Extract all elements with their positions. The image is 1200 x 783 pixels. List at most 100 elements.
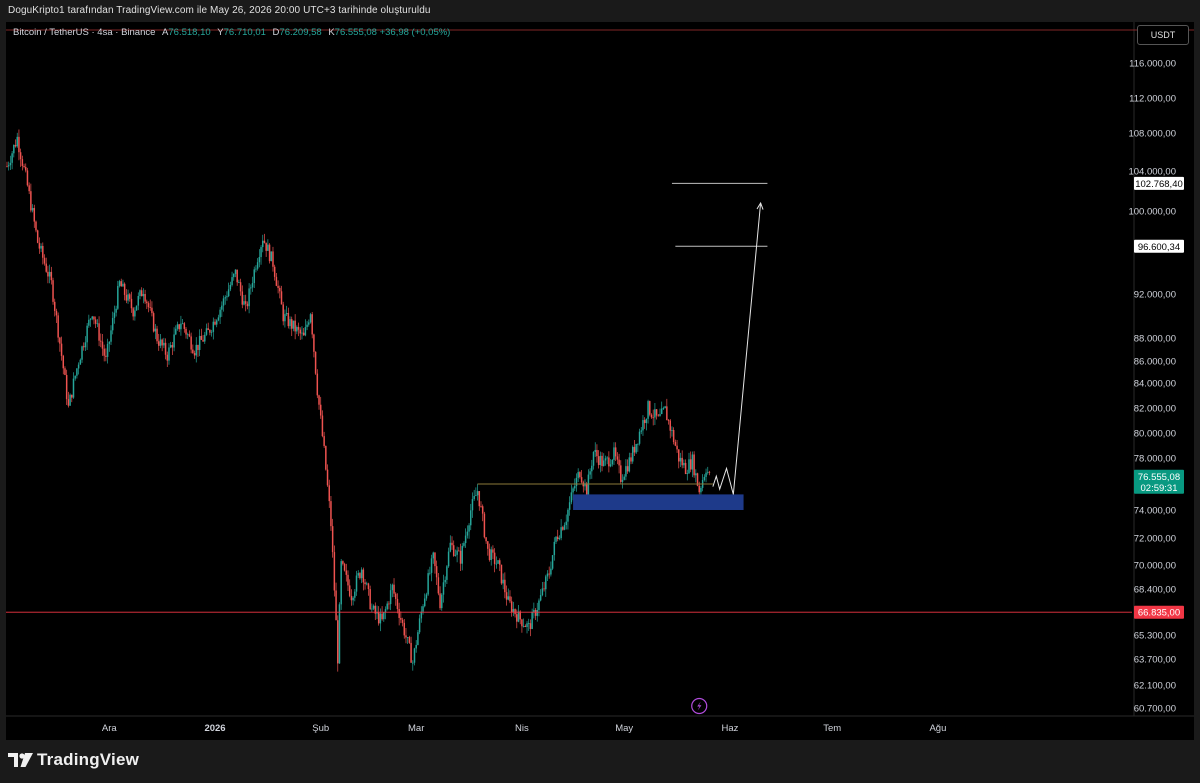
candle-body — [11, 153, 13, 163]
x-tick-label: Ara — [102, 723, 118, 734]
candle-body — [526, 623, 528, 628]
candle-body — [676, 445, 678, 450]
candle-body — [609, 464, 612, 467]
candle-body — [93, 316, 95, 320]
symbol-name[interactable]: Bitcoin / TetherUS · 4sa · Binance — [13, 27, 155, 38]
candle-body — [441, 594, 443, 609]
candle-body — [71, 394, 73, 398]
candle-body — [236, 269, 238, 283]
candle-body — [483, 513, 486, 538]
candle-body — [510, 601, 513, 613]
candle-body — [173, 334, 175, 348]
candle-body — [86, 325, 88, 343]
candle-body — [347, 574, 349, 586]
candle-body — [545, 576, 547, 590]
x-tick-label: Ağu — [929, 723, 946, 734]
candle-body — [284, 314, 286, 322]
candle-body — [325, 445, 327, 470]
candle-body — [335, 590, 337, 621]
candle-body — [84, 342, 87, 348]
candle-body — [565, 521, 567, 526]
candle-body — [536, 609, 539, 616]
candle-body — [238, 282, 240, 284]
candle-body — [386, 603, 388, 610]
candle-body — [625, 466, 627, 477]
price-chart[interactable]: 116.000,00 112.000,00 108.000,00 104.000,00… — [6, 22, 1194, 740]
candle-body — [263, 240, 266, 243]
candle-body — [326, 469, 329, 486]
target-level-2-label: 96.600,34 — [1138, 242, 1180, 253]
candle-body — [345, 570, 348, 575]
candle-body — [224, 297, 226, 299]
candle-body — [635, 443, 637, 453]
candle-body — [478, 491, 481, 507]
last-price-label: 76.555,08 — [1138, 472, 1180, 483]
candle-body — [106, 343, 109, 357]
candle-body — [381, 613, 383, 620]
x-tick-label: May — [615, 723, 633, 734]
candle-body — [562, 527, 564, 530]
candle-body — [463, 543, 465, 546]
candle-body — [601, 455, 603, 467]
currency-button[interactable]: USDT — [1137, 25, 1189, 45]
candle-body — [319, 404, 322, 416]
candle-body — [302, 332, 305, 336]
candle-body — [318, 395, 320, 405]
candle-body — [500, 564, 503, 584]
candle-body — [485, 537, 487, 542]
candle-body — [96, 323, 99, 325]
candle-body — [343, 563, 346, 571]
candle-body — [207, 328, 209, 330]
candle-body — [652, 417, 654, 419]
candle-body — [42, 245, 44, 258]
candle-body — [403, 622, 406, 636]
candle-body — [488, 548, 491, 560]
candle-body — [251, 283, 254, 288]
candle-body — [427, 573, 429, 595]
candle-body — [268, 244, 271, 262]
candle-body — [198, 335, 201, 351]
candle-body — [163, 342, 165, 346]
candle-body — [594, 449, 596, 452]
candle-body — [660, 408, 663, 415]
candle-body — [222, 298, 225, 306]
y-tick-label: 60.700,00 — [1134, 704, 1176, 715]
candle-body — [707, 471, 709, 473]
candle-body — [47, 271, 49, 277]
tradingview-brand[interactable]: TradingView — [8, 750, 139, 770]
chart-panel[interactable]: 116.000,00 112.000,00 108.000,00 104.000,00… — [6, 22, 1194, 740]
candle-body — [188, 334, 191, 337]
candle-body — [412, 662, 414, 664]
candle-body — [36, 230, 39, 243]
candle-body — [493, 552, 496, 564]
candle-body — [550, 568, 552, 575]
y-tick-label: 100.000,00 — [1128, 207, 1176, 218]
candle-body — [352, 597, 354, 601]
candle-body — [52, 280, 54, 302]
candle-body — [492, 549, 494, 553]
candle-body — [430, 558, 433, 573]
candle-body — [9, 162, 12, 166]
candle-body — [77, 364, 80, 369]
candle-body — [657, 415, 660, 417]
candle-body — [226, 296, 228, 298]
candle-body — [391, 584, 394, 591]
candle-body — [260, 247, 262, 258]
candle-body — [449, 542, 452, 552]
candle-body — [524, 626, 527, 628]
candle-body — [313, 334, 315, 352]
candle-body — [572, 488, 574, 493]
candle-body — [285, 313, 288, 315]
footer-bar: TradingView — [0, 740, 1200, 783]
candle-body — [18, 136, 20, 153]
candle-body — [135, 305, 138, 311]
candle-body — [181, 323, 184, 325]
candle-body — [115, 308, 117, 313]
candle-body — [401, 619, 404, 623]
candle-body — [589, 471, 591, 475]
candle-body — [388, 603, 390, 605]
candle-body — [53, 301, 56, 311]
candle-body — [185, 328, 187, 335]
candle-body — [147, 303, 150, 308]
candle-body — [359, 573, 361, 579]
